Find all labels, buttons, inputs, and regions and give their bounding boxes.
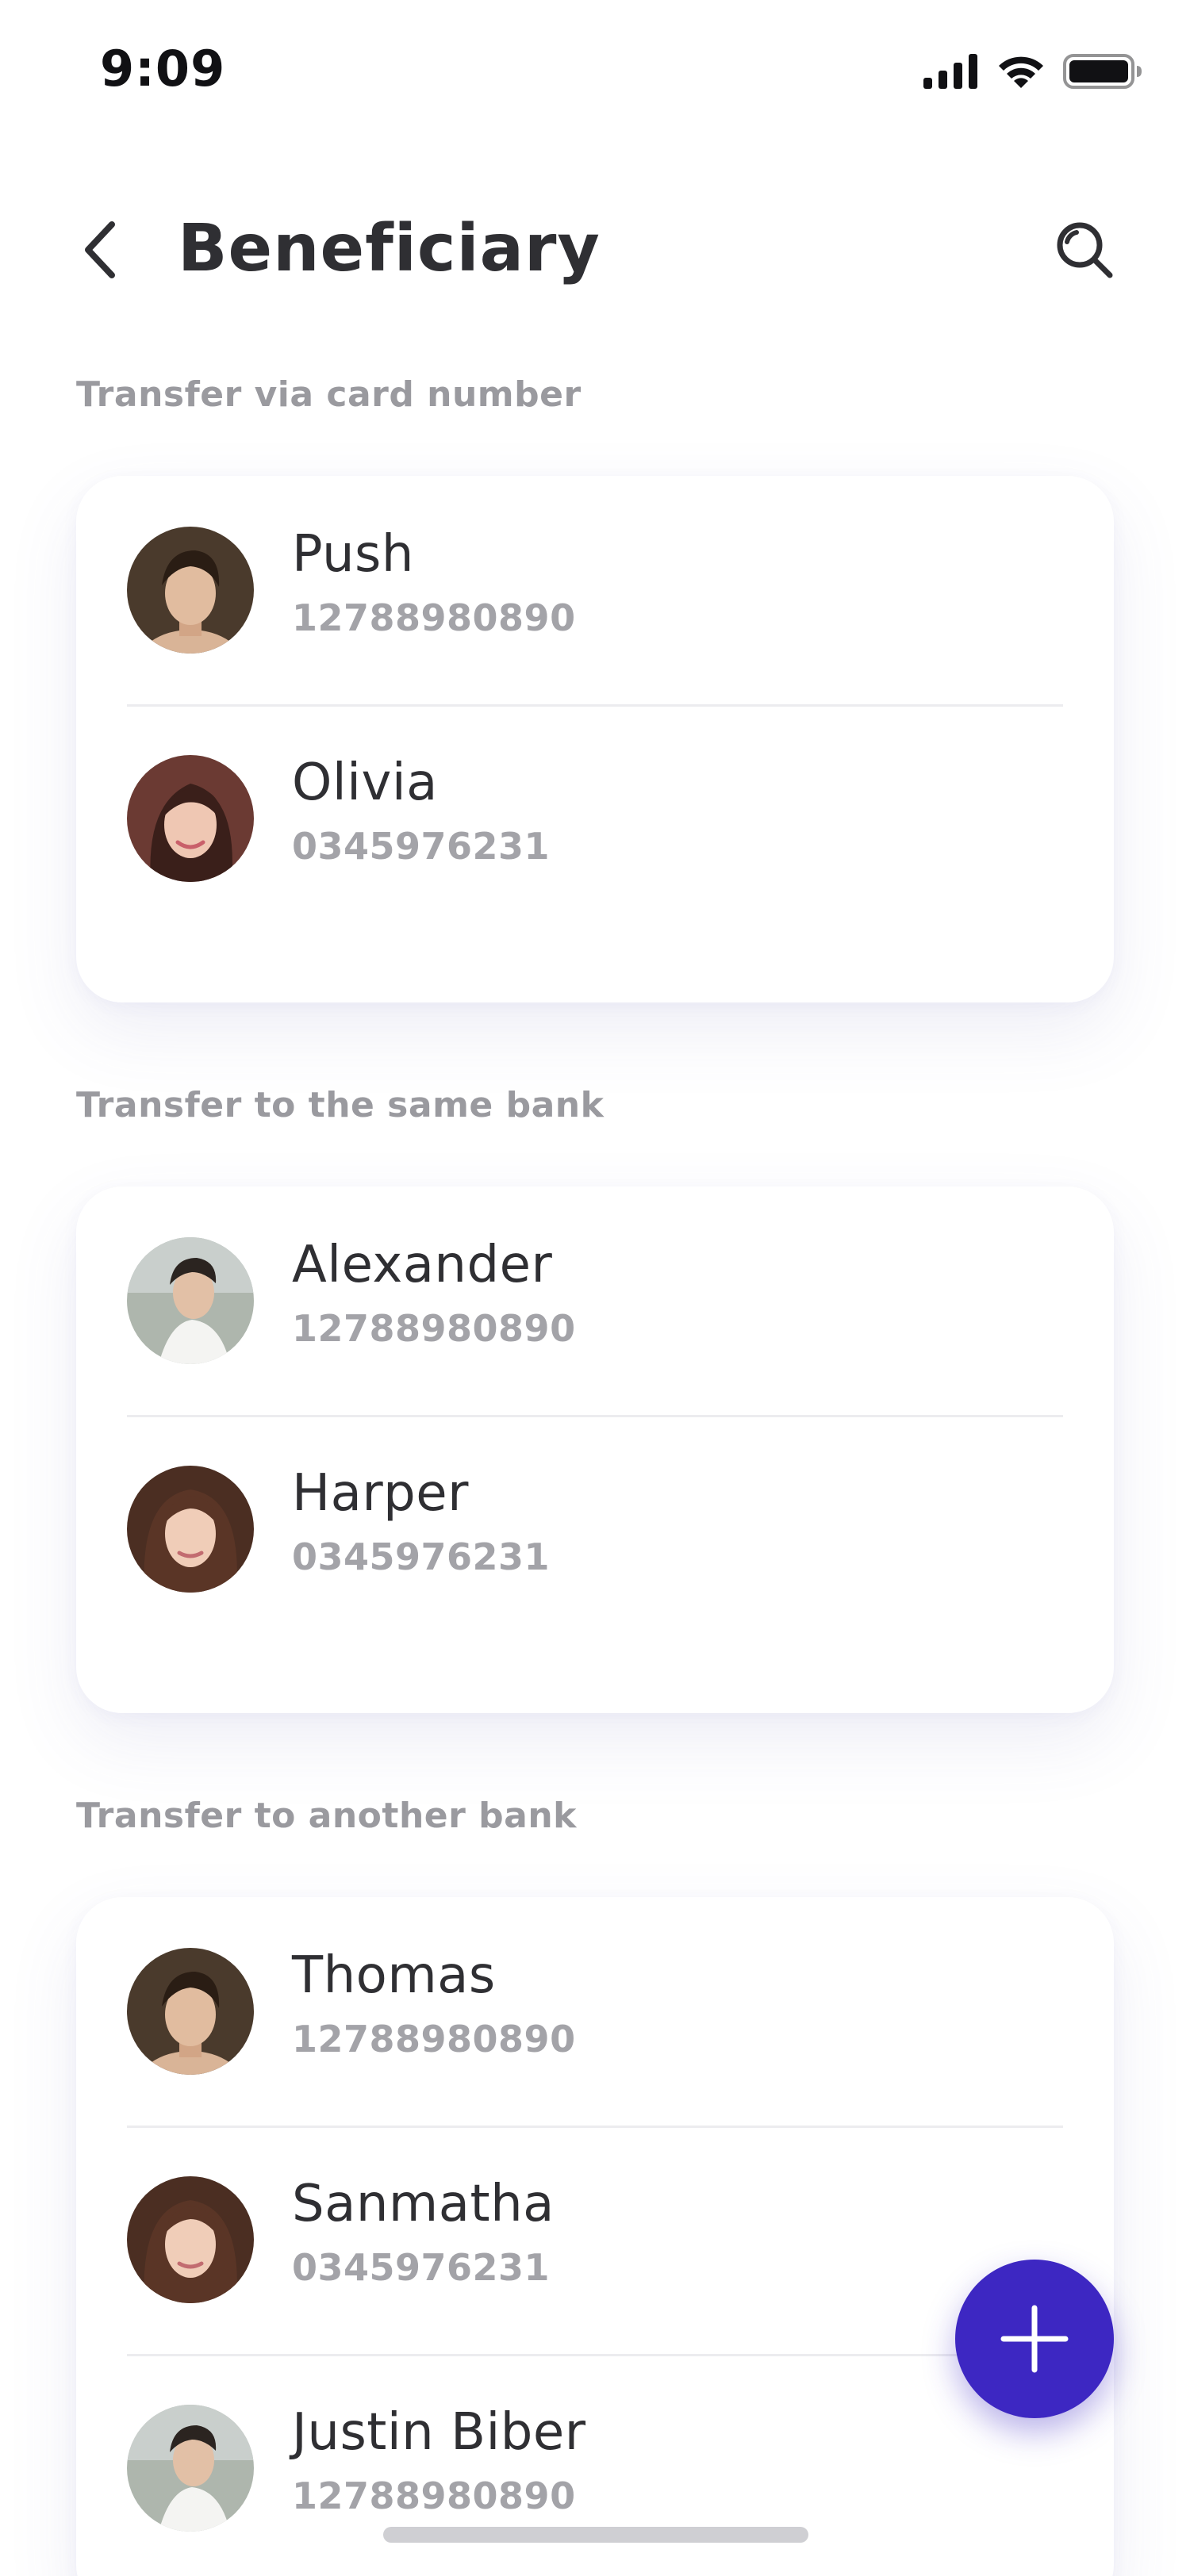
list-item-alexander[interactable]: Alexander 12788980890: [76, 1186, 1114, 1415]
home-indicator: [383, 2527, 808, 2543]
beneficiary-number: 12788980890: [292, 1307, 576, 1350]
back-button[interactable]: [70, 214, 130, 286]
search-icon: [1057, 222, 1113, 278]
beneficiary-number: 12788980890: [292, 2474, 576, 2517]
plus-icon: [1000, 2305, 1069, 2373]
page-title: Beneficiary: [178, 211, 601, 286]
status-icons: [923, 48, 1142, 95]
beneficiary-number: 0345976231: [292, 1535, 551, 1578]
list-item-justin-biber[interactable]: Justin Biber 12788980890: [76, 2354, 1114, 2576]
add-beneficiary-button[interactable]: [955, 2260, 1114, 2418]
beneficiary-name: Sanmatha: [292, 2175, 555, 2233]
list-item-harper[interactable]: Harper 0345976231: [76, 1415, 1114, 1643]
list-item-olivia[interactable]: Olivia 0345976231: [76, 704, 1114, 933]
card-another-bank: Thomas 12788980890 Sanmatha 0345976231 J…: [76, 1897, 1114, 2576]
section-label-same-bank: Transfer to the same bank: [76, 1085, 605, 1125]
beneficiary-number: 0345976231: [292, 825, 551, 868]
avatar: [127, 1237, 254, 1364]
beneficiary-name: Harper: [292, 1464, 469, 1523]
header: Beneficiary: [0, 190, 1190, 309]
beneficiary-name: Alexander: [292, 1236, 553, 1294]
beneficiary-name: Olivia: [292, 753, 438, 812]
beneficiary-name: Thomas: [292, 1946, 496, 2005]
beneficiary-number: 12788980890: [292, 2018, 576, 2060]
chevron-left-icon: [85, 221, 115, 278]
section-label-another-bank: Transfer to another bank: [76, 1796, 577, 1836]
avatar: [127, 755, 254, 882]
card-same-bank: Alexander 12788980890 Harper 0345976231: [76, 1186, 1114, 1713]
beneficiary-screen: 9:09 Beneficiary Transfer via card numbe…: [0, 0, 1190, 2576]
status-time: 9:09: [100, 40, 226, 98]
status-bar: 9:09: [0, 0, 1190, 143]
list-item-thomas[interactable]: Thomas 12788980890: [76, 1897, 1114, 2126]
section-label-card-number: Transfer via card number: [76, 374, 582, 415]
avatar: [127, 2405, 254, 2532]
list-item-push[interactable]: Push 12788980890: [76, 476, 1114, 704]
beneficiary-name: Push: [292, 525, 414, 584]
avatar: [127, 1948, 254, 2075]
beneficiary-number: 0345976231: [292, 2246, 551, 2289]
card-card-number: Push 12788980890 Olivia 0345976231: [76, 476, 1114, 1002]
avatar: [127, 2176, 254, 2303]
search-button[interactable]: [1049, 214, 1120, 286]
avatar: [127, 527, 254, 654]
battery-icon: [1063, 54, 1142, 89]
avatar: [127, 1466, 254, 1593]
cellular-signal-icon: [923, 54, 977, 89]
card-bottom-spacing: [76, 933, 1114, 1002]
wifi-icon: [999, 56, 1043, 88]
beneficiary-number: 12788980890: [292, 596, 576, 639]
card-bottom-spacing: [76, 1643, 1114, 1713]
beneficiary-name: Justin Biber: [292, 2403, 586, 2462]
